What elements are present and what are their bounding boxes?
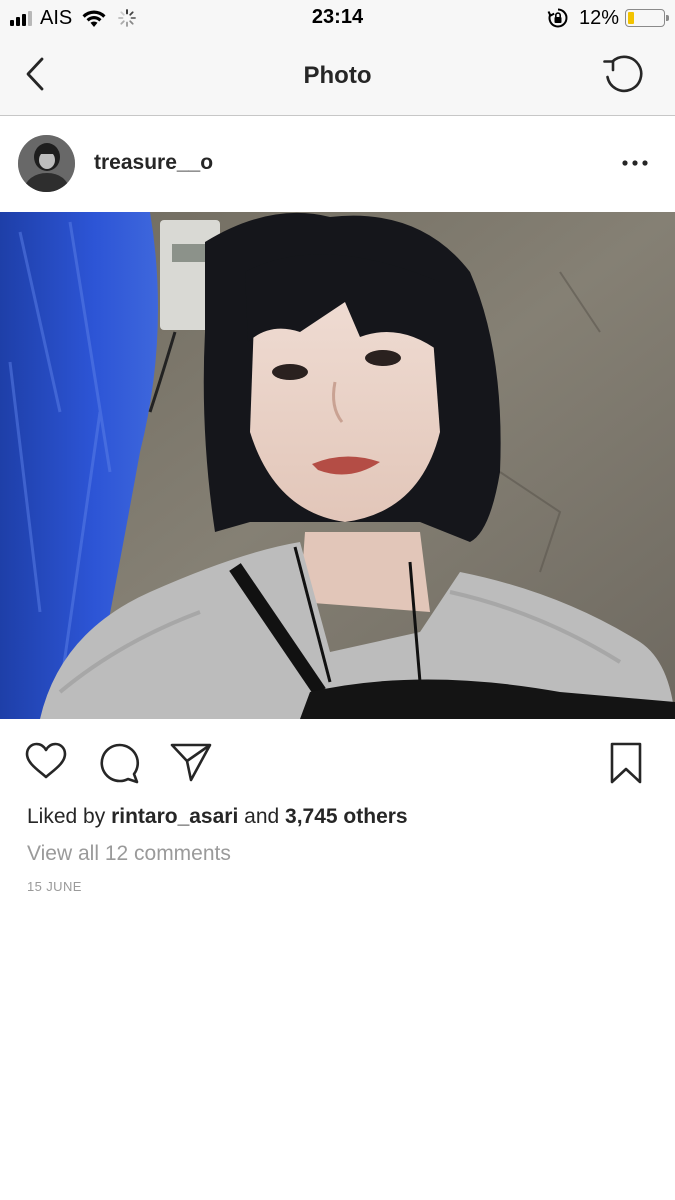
more-horizontal-icon[interactable] bbox=[621, 158, 649, 168]
post-actions bbox=[0, 719, 675, 803]
battery-percent: 12% bbox=[578, 6, 619, 29]
post-photo-image bbox=[0, 212, 675, 719]
heart-icon[interactable] bbox=[24, 741, 68, 781]
likes-prefix: Liked by bbox=[27, 805, 106, 828]
battery-fill bbox=[628, 12, 634, 24]
post-header: treasure__o bbox=[0, 116, 675, 212]
post-photo[interactable] bbox=[0, 212, 675, 719]
page-title: Photo bbox=[303, 62, 372, 89]
comment-icon[interactable] bbox=[97, 741, 141, 785]
liked-by-user[interactable]: rintaro_asari bbox=[111, 805, 238, 828]
post-date: 15 JUNE bbox=[27, 879, 82, 894]
status-bar: AIS 23:14 12% bbox=[0, 0, 675, 36]
refresh-icon[interactable] bbox=[601, 52, 647, 98]
likes-line: Liked by rintaro_asari and 3,745 others bbox=[27, 805, 408, 829]
post-username[interactable]: treasure__o bbox=[94, 151, 213, 175]
likes-others[interactable]: 3,745 others bbox=[285, 805, 408, 828]
send-icon[interactable] bbox=[169, 741, 213, 783]
orientation-lock-icon bbox=[547, 8, 568, 28]
status-right: 12% bbox=[547, 6, 669, 30]
likes-and: and bbox=[244, 805, 280, 828]
bookmark-icon[interactable] bbox=[609, 741, 643, 785]
nav-bar: Photo bbox=[0, 36, 675, 116]
avatar-image bbox=[18, 135, 75, 192]
avatar[interactable] bbox=[18, 135, 75, 192]
battery-icon bbox=[625, 9, 669, 27]
battery-cap bbox=[666, 15, 669, 21]
view-comments-link[interactable]: View all 12 comments bbox=[27, 842, 231, 866]
